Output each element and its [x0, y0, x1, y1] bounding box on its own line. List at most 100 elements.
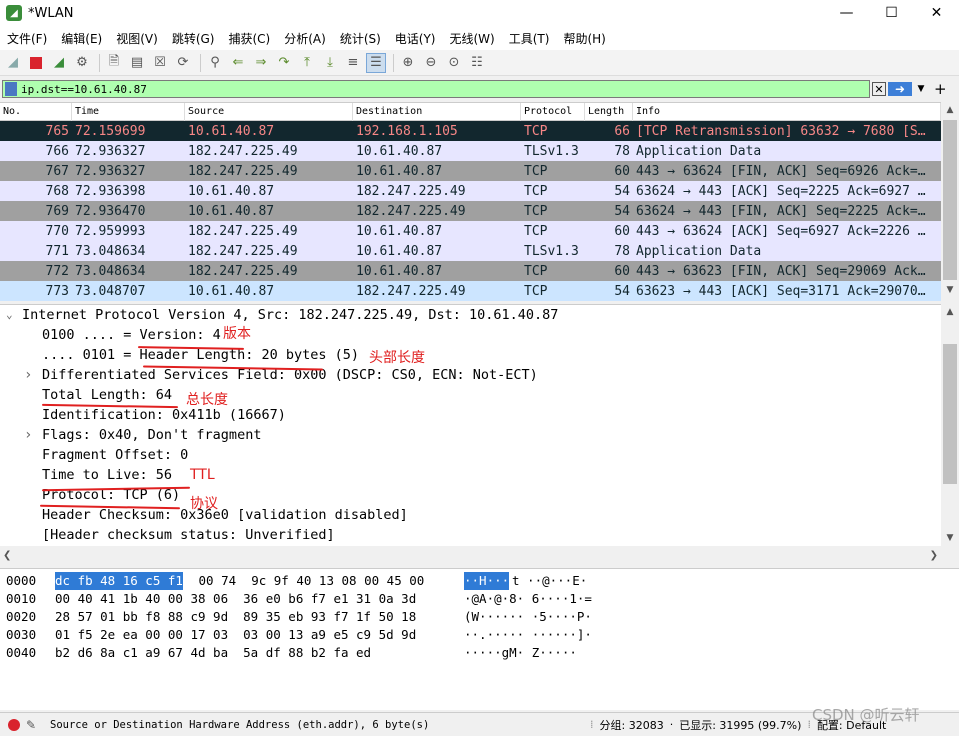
reload-file-icon[interactable]: ⟳ — [173, 53, 193, 73]
go-forward-icon[interactable]: ⇒ — [251, 53, 271, 73]
scroll-down-icon[interactable]: ▼ — [941, 282, 959, 298]
open-file-icon[interactable]: 🗎 — [104, 53, 124, 73]
bytes-ascii: (W······ ·5····P· — [464, 609, 592, 624]
detail-tree-root[interactable]: ⌄ Internet Protocol Version 4, Src: 182.… — [0, 305, 941, 325]
scroll-up-icon[interactable]: ▲ — [941, 304, 959, 320]
bytes-row[interactable]: 0000 dc fb 48 16 c5 f1 00 74 9c 9f 40 13 … — [0, 572, 959, 590]
edit-comment-icon[interactable]: ✎ — [26, 718, 40, 732]
packet-row[interactable]: 772 73.048634 182.247.225.49 10.61.40.87 TCP… — [0, 261, 941, 281]
scroll-left-icon[interactable]: ❮ — [3, 550, 11, 561]
find-packet-icon[interactable]: ⚲ — [205, 53, 225, 73]
zoom-in-icon[interactable]: ⊕ — [398, 53, 418, 73]
menu-analyze[interactable]: 分析(A) — [277, 30, 333, 47]
close-file-icon[interactable]: ☒ — [150, 53, 170, 73]
expert-info-icon[interactable] — [8, 718, 20, 731]
toolbar-separator — [200, 53, 201, 72]
restart-capture-icon[interactable]: ◢ — [49, 53, 69, 73]
filter-dropdown-icon[interactable]: ▼ — [914, 82, 928, 96]
column-header-source[interactable]: Source — [185, 102, 353, 121]
last-packet-icon[interactable]: ⤓ — [320, 53, 340, 73]
go-back-icon[interactable]: ⇐ — [228, 53, 248, 73]
packet-row[interactable]: 768 72.936398 10.61.40.87 182.247.225.49 TCP… — [0, 181, 941, 201]
start-capture-icon[interactable]: ◢ — [3, 53, 23, 73]
packet-cell-dst: 10.61.40.87 — [356, 243, 443, 259]
column-header-info[interactable]: Info — [633, 102, 941, 121]
detail-field[interactable]: Fragment Offset: 0 — [0, 445, 941, 465]
bytes-row[interactable]: 0010 00 40 41 1b 40 00 38 06 36 e0 b6 f7 … — [0, 590, 959, 608]
detail-field[interactable]: [Header checksum status: Unverified] — [0, 525, 941, 545]
bytes-row[interactable]: 0040 b2 d6 8a c1 a9 67 4d ba 5a df 88 b2 … — [0, 644, 959, 662]
menu-file[interactable]: 文件(F) — [0, 30, 54, 47]
packet-cell-proto: TCP — [524, 203, 548, 219]
save-file-icon[interactable]: ▤ — [127, 53, 147, 73]
column-header-time[interactable]: Time — [72, 102, 185, 121]
packet-row[interactable]: 769 72.936470 10.61.40.87 182.247.225.49 TCP… — [0, 201, 941, 221]
details-scrollbar[interactable]: ▲ ▼ — [941, 304, 959, 546]
add-filter-button-icon[interactable]: + — [934, 80, 947, 98]
resize-columns-icon[interactable]: ☷ — [467, 53, 487, 73]
close-icon[interactable]: ✕ — [914, 0, 959, 26]
menu-wireless[interactable]: 无线(W) — [443, 30, 502, 47]
menu-capture[interactable]: 捕获(C) — [221, 30, 277, 47]
scroll-up-icon[interactable]: ▲ — [941, 102, 959, 118]
menu-telephony[interactable]: 电话(Y) — [388, 30, 443, 47]
detail-field[interactable]: Identification: 0x411b (16667) — [0, 405, 941, 425]
expand-arrow-icon[interactable]: › — [24, 425, 32, 445]
menu-tools[interactable]: 工具(T) — [502, 30, 557, 47]
bytes-ascii: ·@A·@·8· 6····1·= — [464, 591, 592, 606]
display-filter-input[interactable] — [21, 82, 869, 96]
clear-filter-icon[interactable]: ✕ — [872, 82, 886, 96]
column-header-protocol[interactable]: Protocol — [521, 102, 585, 121]
details-horizontal-scrollbar[interactable]: ❮ ❯ — [0, 547, 941, 563]
detail-field[interactable]: Time to Live: 56 — [0, 465, 941, 485]
packet-list-scrollbar[interactable]: ▲ ▼ — [941, 102, 959, 298]
capture-options-icon[interactable]: ⚙ — [72, 53, 92, 73]
packet-row[interactable]: 771 73.048634 182.247.225.49 10.61.40.87 TLS… — [0, 241, 941, 261]
bytes-lines: 0000 dc fb 48 16 c5 f1 00 74 9c 9f 40 13 … — [0, 572, 959, 662]
zoom-normal-icon[interactable]: ⊙ — [444, 53, 464, 73]
detail-field[interactable]: › Flags: 0x40, Don't fragment — [0, 425, 941, 445]
apply-filter-icon[interactable]: ➜ — [888, 82, 912, 96]
go-to-packet-icon[interactable]: ↷ — [274, 53, 294, 73]
bookmark-icon[interactable] — [5, 82, 17, 96]
stop-capture-icon[interactable] — [26, 53, 46, 73]
packet-row[interactable]: 766 72.936327 182.247.225.49 10.61.40.87 TLS… — [0, 141, 941, 161]
packet-row[interactable]: 770 72.959993 182.247.225.49 10.61.40.87 TCP… — [0, 221, 941, 241]
menu-go[interactable]: 跳转(G) — [165, 30, 222, 47]
column-header-no[interactable]: No. — [0, 102, 72, 121]
bytes-row[interactable]: 0030 01 f5 2e ea 00 00 17 03 03 00 13 a9 … — [0, 626, 959, 644]
scroll-thumb[interactable] — [943, 120, 957, 280]
expand-arrow-icon[interactable]: › — [24, 365, 32, 385]
main-toolbar: ◢ ◢ ⚙ 🗎 ▤ ☒ ⟳ ⚲ ⇐ ⇒ ↷ ⤒ ⤓ ≡ ☰ ⊕ ⊖ ⊙ ☷ — [0, 50, 959, 76]
scroll-down-icon[interactable]: ▼ — [941, 530, 959, 546]
packet-cell-info: 63623 → 443 [ACK] Seq=3171 Ack=29070… — [636, 283, 926, 299]
detail-field[interactable]: Total Length: 64 — [0, 385, 941, 405]
detail-field[interactable]: 0100 .... = Version: 4 — [0, 325, 941, 345]
packet-row[interactable]: 767 72.936327 182.247.225.49 10.61.40.87 TCP… — [0, 161, 941, 181]
packet-cell-time: 72.936327 — [75, 163, 146, 179]
packet-row[interactable]: 773 73.048707 10.61.40.87 182.247.225.49 TCP… — [0, 281, 941, 301]
packet-row[interactable]: 765 72.159699 10.61.40.87 192.168.1.105 TCP 6… — [0, 121, 941, 141]
bytes-hex: 01 f5 2e ea 00 00 17 03 03 00 13 a9 e5 c… — [55, 627, 417, 642]
column-header-destination[interactable]: Destination — [353, 102, 521, 121]
detail-field[interactable]: › Differentiated Services Field: 0x00 (DS… — [0, 365, 941, 385]
collapse-arrow-icon[interactable]: ⌄ — [6, 305, 13, 325]
column-header-length[interactable]: Length — [585, 102, 633, 121]
status-separator: ⁞ — [807, 718, 811, 731]
scroll-right-icon[interactable]: ❯ — [930, 550, 938, 561]
autoscroll-icon[interactable]: ≡ — [343, 53, 363, 73]
scroll-thumb[interactable] — [943, 344, 957, 484]
packet-cell-src: 10.61.40.87 — [188, 183, 275, 199]
minimize-icon[interactable]: — — [824, 0, 869, 26]
zoom-out-icon[interactable]: ⊖ — [421, 53, 441, 73]
packet-cell-info: Application Data — [636, 143, 762, 159]
maximize-icon[interactable]: ☐ — [869, 0, 914, 26]
menu-statistics[interactable]: 统计(S) — [333, 30, 388, 47]
first-packet-icon[interactable]: ⤒ — [297, 53, 317, 73]
colorize-icon[interactable]: ☰ — [366, 52, 386, 73]
menu-edit[interactable]: 编辑(E) — [54, 30, 109, 47]
packet-cell-src: 10.61.40.87 — [188, 283, 275, 299]
menu-view[interactable]: 视图(V) — [109, 30, 165, 47]
bytes-row[interactable]: 0020 28 57 01 bb f8 88 c9 9d 89 35 eb 93 … — [0, 608, 959, 626]
menu-help[interactable]: 帮助(H) — [556, 30, 612, 47]
